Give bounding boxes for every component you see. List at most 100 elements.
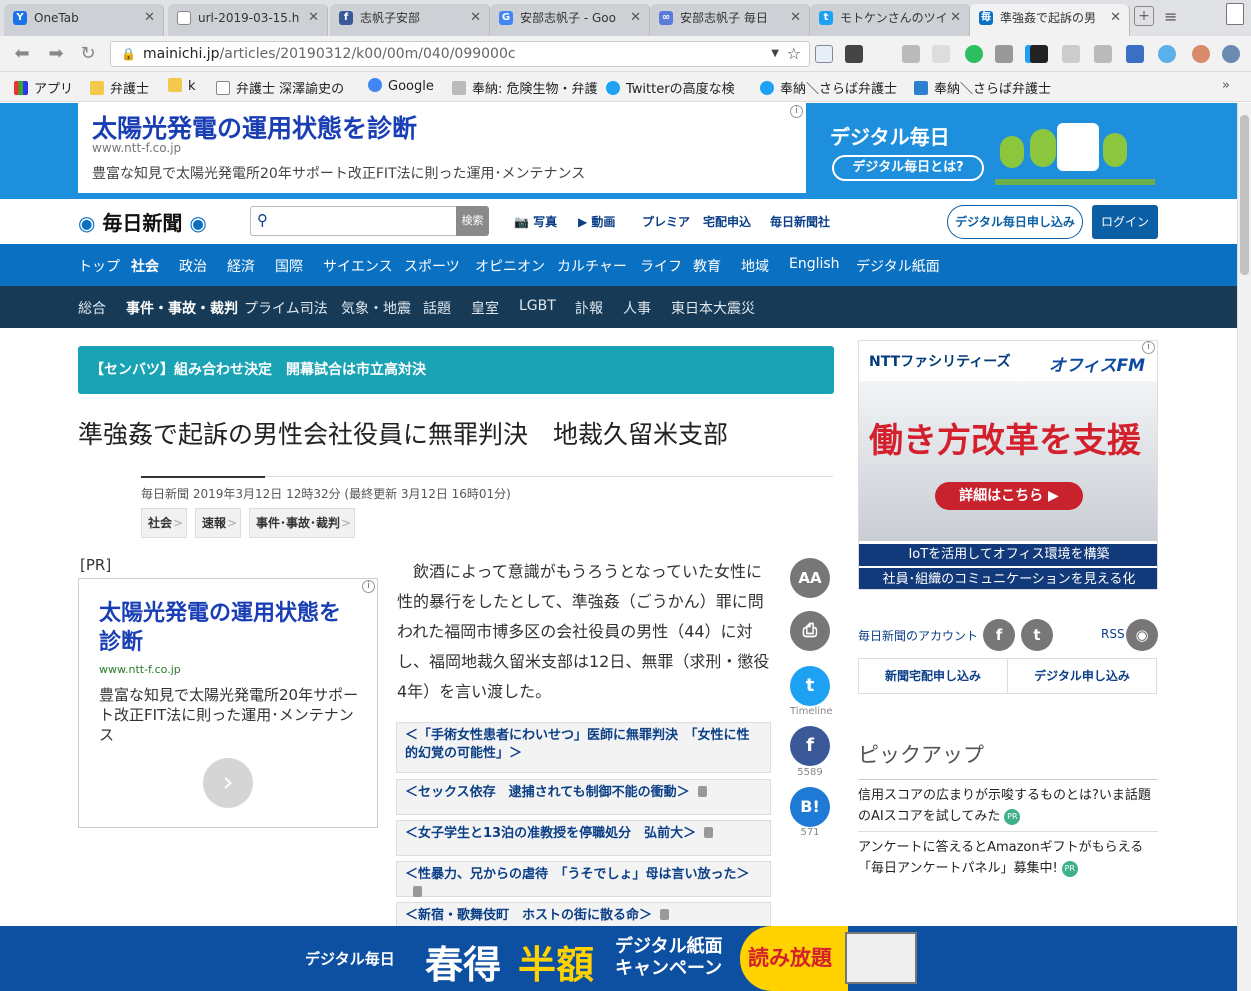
close-icon[interactable]: ✕ (950, 4, 961, 32)
mainichi-logo[interactable]: ◉ 毎日新聞 ◉ (78, 207, 207, 236)
breaking-news-banner[interactable]: 【センバツ】組み合わせ決定 開幕試合は市立高対決 (78, 346, 834, 394)
bookmark-folder[interactable]: 弁護士 (90, 78, 149, 97)
header-link-premier[interactable]: プレミア (642, 213, 690, 230)
nav-item[interactable]: サイエンス (323, 256, 393, 276)
browser-tab-active[interactable]: 毎準強姦で起訴の男 ✕ (970, 4, 1130, 36)
url-ext-icon[interactable] (1030, 45, 1048, 63)
digital-apply-button[interactable]: デジタル毎日申し込み (947, 205, 1083, 239)
newspaper-delivery-button[interactable]: 新聞宅配申し込み (858, 658, 1008, 694)
extension-icon[interactable] (1126, 45, 1144, 63)
ad-details-button[interactable]: 詳細はこちら ▶ (935, 482, 1083, 510)
close-icon[interactable]: ✕ (630, 4, 641, 32)
subnav-item[interactable]: 訃報 (575, 298, 603, 318)
print-icon[interactable]: ⎙ (790, 611, 830, 651)
pr-ad[interactable]: 太陽光発電の運用状態を診断 www.ntt-f.co.jp 豊富な知見で太陽光発… (78, 578, 378, 828)
facebook-ext-icon[interactable] (845, 45, 863, 63)
nav-item[interactable]: 国際 (275, 256, 303, 276)
pr-ad-title[interactable]: 太陽光発電の運用状態を診断 (99, 599, 359, 657)
digital-mainichi-button[interactable]: デジタル毎日とは? (832, 155, 984, 181)
close-icon[interactable]: ✕ (1110, 4, 1121, 32)
profile-icon[interactable] (1226, 3, 1244, 25)
page-scrollbar[interactable] (1237, 103, 1251, 991)
header-link-photo[interactable]: 📷 写真 (514, 213, 557, 230)
subnav-item[interactable]: 皇室 (471, 298, 499, 318)
bookmark-item[interactable]: 奉納＼さらば弁護士 (760, 78, 897, 97)
close-icon[interactable]: ✕ (308, 4, 319, 32)
close-icon[interactable]: ✕ (790, 4, 801, 32)
extension-icon[interactable] (995, 45, 1013, 63)
nav-item[interactable]: デジタル紙面 (856, 256, 940, 276)
star-icon[interactable]: ☆ (787, 42, 801, 66)
related-link[interactable]: ＜性暴力、兄からの虐待 「うそでしょ」母は言い放った＞ (396, 861, 771, 897)
subnav-item[interactable]: LGBT (519, 298, 556, 314)
header-link-company[interactable]: 毎日新聞社 (770, 213, 830, 230)
ad-choices-icon[interactable]: i (1142, 341, 1155, 354)
address-bar[interactable]: 🔒 mainichi.jp/articles/20190312/k00/00m/… (110, 41, 810, 67)
browser-tab[interactable]: t モトケンさんのツイ ✕ (810, 4, 970, 36)
bookmark-icon[interactable] (932, 45, 950, 63)
browser-tab[interactable]: Y OneTab ✕ (4, 4, 164, 36)
subnav-item-active[interactable]: 事件・事故・裁判 (126, 298, 238, 318)
subnav-item[interactable]: 総合 (78, 298, 106, 318)
rss-icon[interactable]: ◉ (1126, 619, 1158, 651)
subnav-item[interactable]: 気象・地震 (341, 298, 411, 318)
extension-icon[interactable] (1062, 45, 1080, 63)
nav-item[interactable]: 政治 (179, 256, 207, 276)
nav-item[interactable]: English (789, 256, 840, 272)
top-ad[interactable]: 太陽光発電の運用状態を診断 www.ntt-f.co.jp 豊富な知見で太陽光発… (0, 103, 1237, 199)
sidebar-ad[interactable]: NTTファシリティーズ オフィスFM 働き方改革を支援 詳細はこちら ▶ IoT… (858, 340, 1158, 590)
search-button[interactable]: 検索 (456, 206, 489, 236)
nav-item[interactable]: 経済 (227, 256, 255, 276)
hatena-bookmark-button[interactable]: B! (790, 787, 830, 827)
nav-item[interactable]: ライフ (640, 256, 682, 276)
forward-icon[interactable]: ➡ (44, 42, 68, 66)
pickup-item[interactable]: アンケートに答えるとAmazonギフトがもらえる「毎日アンケートパネル」募集中!… (858, 837, 1158, 879)
browser-tab[interactable]: f 志帆子安部 ✕ (330, 4, 490, 36)
bookmark-item[interactable]: 弁護士 深澤諭史の (216, 78, 344, 97)
subnav-item[interactable]: プライム司法 (244, 298, 328, 318)
font-size-button[interactable]: AA (790, 558, 830, 598)
nav-item[interactable]: カルチャー (557, 256, 627, 276)
pickup-item[interactable]: 信用スコアの広まりが示唆するものとは?いま話題のAIスコアを試してみた PR (858, 785, 1158, 827)
subnav-item[interactable]: 話題 (423, 298, 451, 318)
top-ad-text-box[interactable]: 太陽光発電の運用状態を診断 www.ntt-f.co.jp 豊富な知見で太陽光発… (78, 103, 806, 193)
nav-item[interactable]: 教育 (693, 256, 721, 276)
menu-icon[interactable]: ≡ (1164, 7, 1177, 26)
back-icon[interactable]: ⬅ (10, 42, 34, 66)
browser-tab[interactable]: url-2019-03-15.h ✕ (168, 4, 328, 36)
digital-signup-button[interactable]: デジタル申し込み (1007, 658, 1157, 694)
nav-item-active[interactable]: 社会 (131, 256, 159, 276)
nav-item[interactable]: オピニオン (475, 256, 545, 276)
evernote-icon[interactable] (965, 45, 983, 63)
home-icon[interactable] (815, 45, 833, 63)
bookmark-item[interactable]: 奉納＼さらば弁護士 (914, 78, 1051, 97)
nav-item[interactable]: トップ (78, 256, 120, 276)
close-icon[interactable]: ✕ (470, 4, 481, 32)
reload-icon[interactable]: ↻ (76, 42, 100, 66)
extension-icon[interactable] (1094, 45, 1112, 63)
settings-icon[interactable] (1222, 45, 1240, 63)
scrollbar-thumb[interactable] (1240, 115, 1249, 275)
bottom-sticky-ad[interactable]: デジタル毎日 春得 半額 デジタル紙面キャンペーン 読み放題 (0, 926, 1237, 991)
facebook-share-button[interactable]: f (790, 726, 830, 766)
browser-tab[interactable]: ∞ 安部志帆子 毎日 ✕ (650, 4, 810, 36)
tag-society[interactable]: 社会 (141, 508, 188, 538)
header-link-delivery[interactable]: 宅配申込 (703, 213, 751, 230)
ad-title[interactable]: 太陽光発電の運用状態を診断 (92, 109, 417, 145)
avatar[interactable] (1192, 45, 1210, 63)
bookmark-item[interactable]: Google (368, 78, 434, 94)
new-tab-button[interactable]: + (1134, 6, 1154, 26)
bookmark-folder[interactable]: k (168, 78, 196, 94)
more-bookmarks-icon[interactable]: » (1222, 78, 1230, 93)
ad-choices-icon[interactable]: i (790, 105, 803, 118)
related-link[interactable]: ＜セックス依存 逮捕されても制御不能の衝動＞ (396, 779, 771, 815)
twitter-icon[interactable]: t (1021, 619, 1053, 651)
dropdown-icon[interactable]: ▼ (771, 42, 779, 66)
extension-icon[interactable] (1158, 45, 1176, 63)
subnav-item[interactable]: 東日本大震災 (671, 298, 755, 318)
chevron-right-icon[interactable]: › (203, 758, 253, 808)
header-link-video[interactable]: ▶ 動画 (578, 213, 615, 230)
inbox-icon[interactable] (902, 45, 920, 63)
close-icon[interactable]: ✕ (144, 4, 155, 32)
bookmark-apps[interactable]: アプリ (14, 78, 73, 97)
